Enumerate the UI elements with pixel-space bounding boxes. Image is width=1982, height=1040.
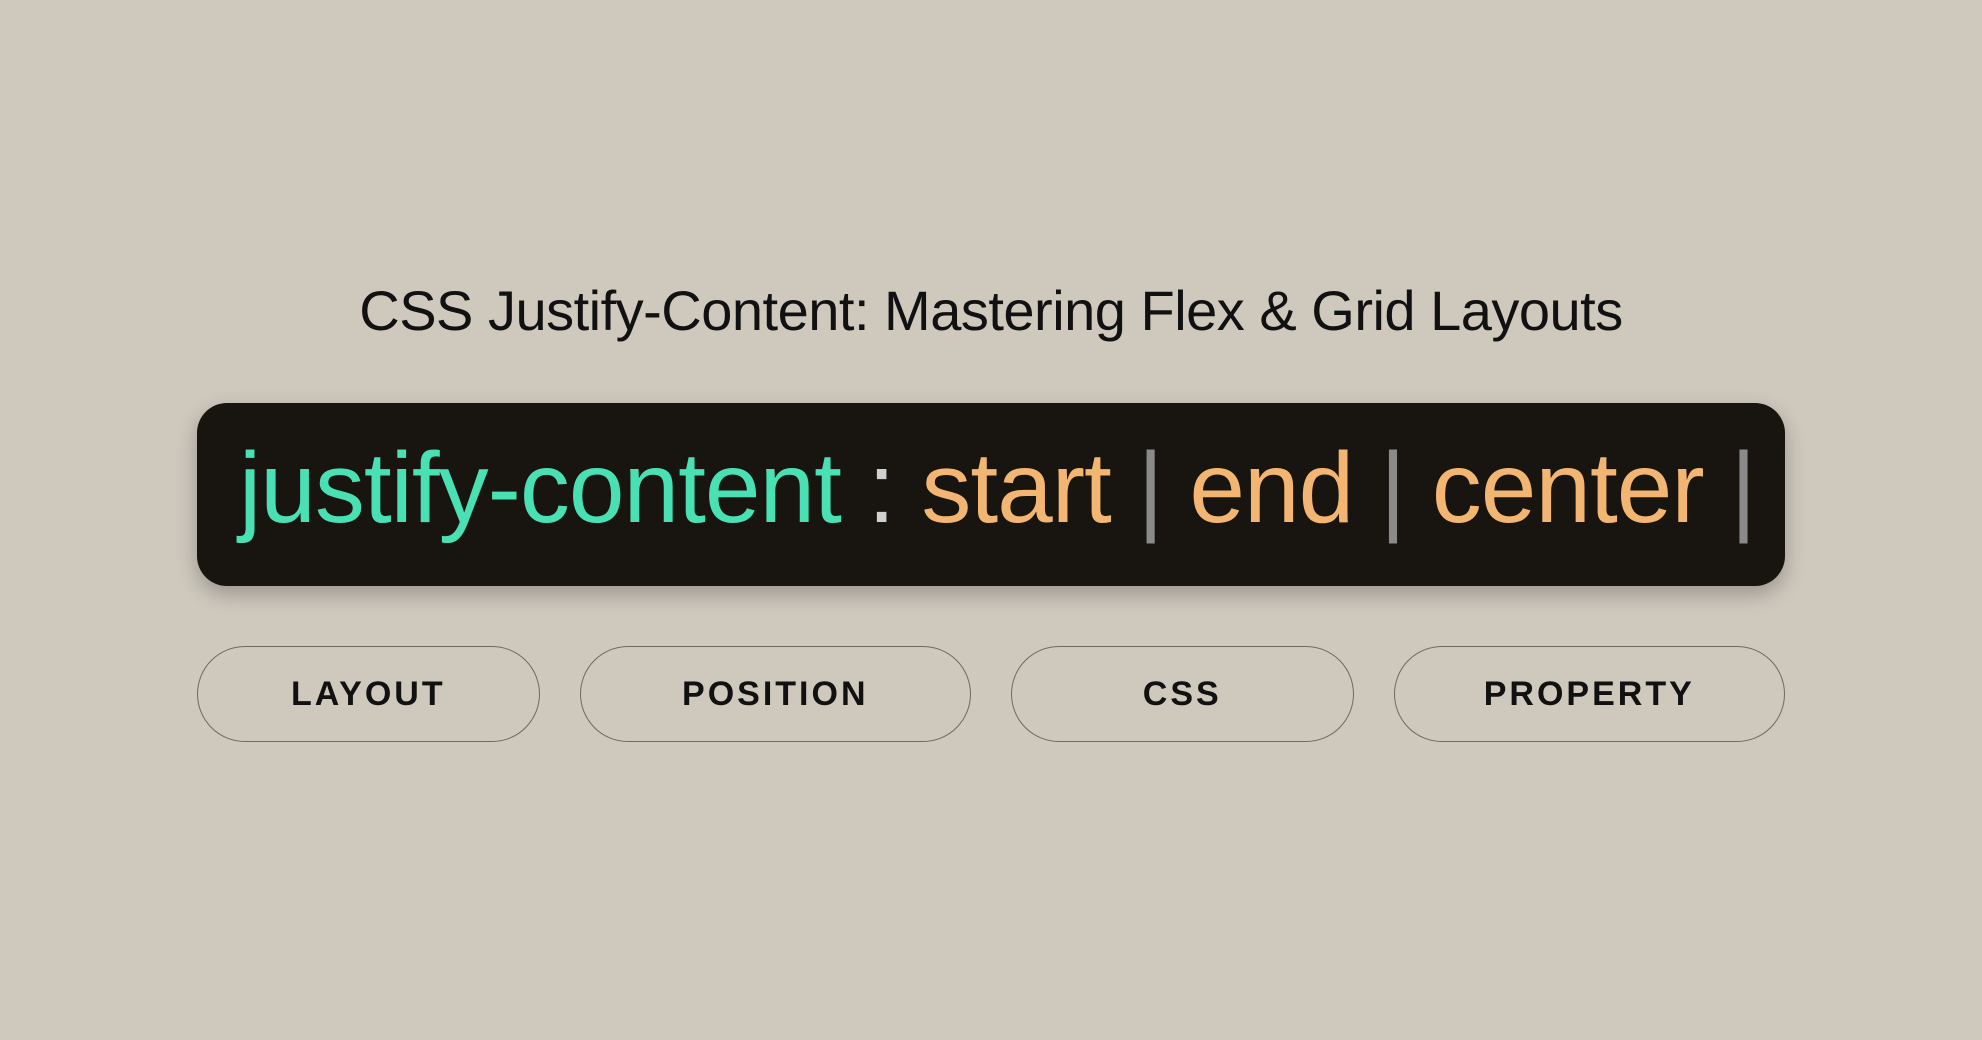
css-separator: | <box>1111 432 1190 544</box>
css-separator: | <box>1353 432 1432 544</box>
css-colon: : <box>841 432 921 544</box>
css-value: start <box>921 432 1110 544</box>
css-separator: | <box>1704 432 1783 544</box>
css-value: spa <box>1782 432 1785 544</box>
css-property-name: justify-content <box>239 432 841 544</box>
css-value: end <box>1189 432 1353 544</box>
tag-row: LAYOUT POSITION CSS PROPERTY <box>197 646 1785 742</box>
tag-pill: POSITION <box>580 646 971 742</box>
tag-pill: LAYOUT <box>197 646 540 742</box>
code-snippet: justify-content : start | end | center |… <box>197 403 1785 586</box>
page-title: CSS Justify-Content: Mastering Flex & Gr… <box>359 278 1623 343</box>
tag-pill: CSS <box>1011 646 1354 742</box>
css-value: center <box>1432 432 1704 544</box>
tag-pill: PROPERTY <box>1394 646 1785 742</box>
